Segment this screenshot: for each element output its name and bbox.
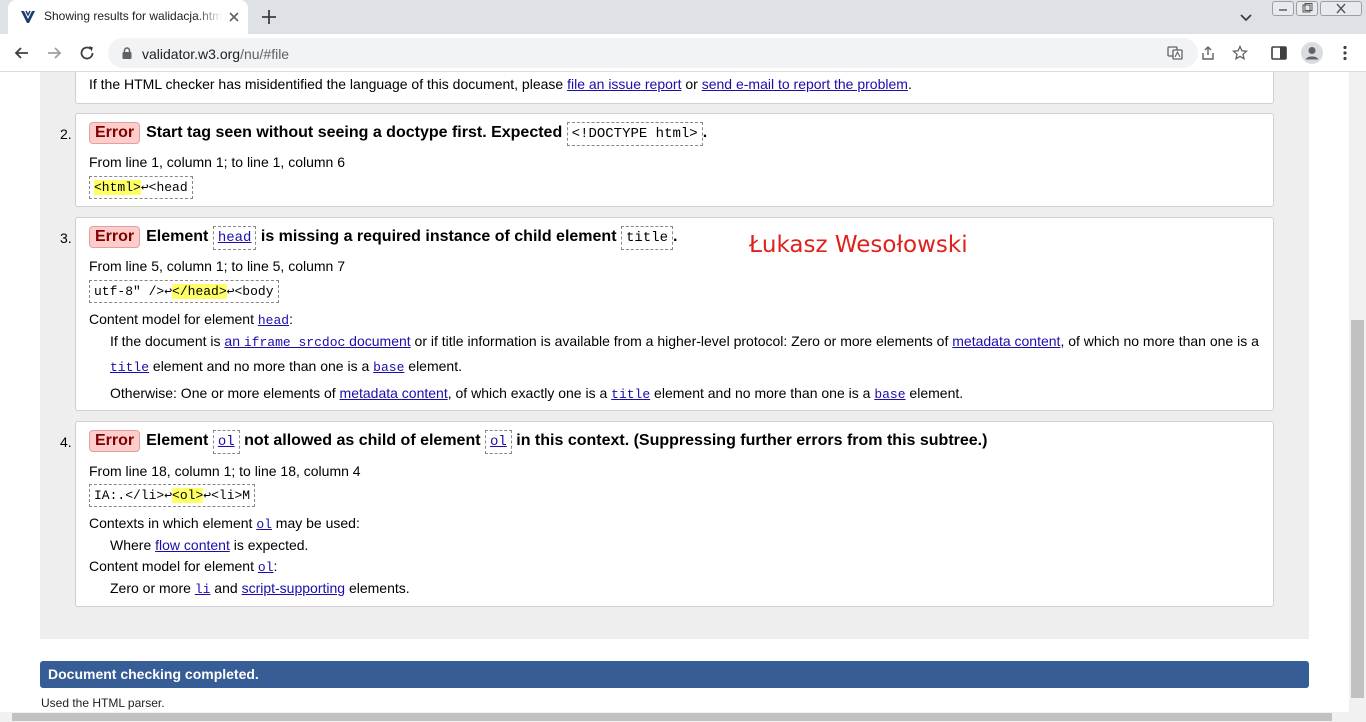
back-icon[interactable] <box>12 43 32 63</box>
menu-icon[interactable] <box>1336 44 1354 62</box>
w3c-validator-icon <box>21 10 35 23</box>
language-note: If the HTML checker has misidentified th… <box>89 76 912 92</box>
error-badge: Error <box>89 122 141 144</box>
content-model-para-1-cont: title element and no more than one is a … <box>110 358 462 375</box>
code-extract: utf-8" />↩</head>↩<body <box>89 280 279 303</box>
base-element-link[interactable]: base <box>874 387 905 402</box>
error-headline: Error Element ol not allowed as child of … <box>89 430 987 454</box>
chevron-down-icon[interactable] <box>1238 9 1254 25</box>
page-content: If the HTML checker has misidentified th… <box>0 72 1366 722</box>
code-doctype: <!DOCTYPE html> <box>566 122 703 146</box>
tab-title: Showing results for walidacja.html <box>44 9 222 23</box>
code-title: title <box>620 226 673 250</box>
message-number: 3. <box>60 230 72 246</box>
tab-strip: Showing results for walidacja.html <box>0 0 1366 34</box>
content-model-detail: Zero or more li and script-supporting el… <box>110 580 410 597</box>
author-signature: Łukasz Wesołowski <box>749 232 968 258</box>
bookmark-star-icon[interactable] <box>1232 45 1248 61</box>
file-issue-link[interactable]: file an issue report <box>567 76 681 92</box>
head-element-link[interactable]: head <box>258 313 289 328</box>
browser-tab[interactable]: Showing results for walidacja.html <box>8 0 248 34</box>
flow-content-link[interactable]: flow content <box>155 537 230 553</box>
error-badge: Error <box>89 226 141 248</box>
profile-avatar-icon[interactable] <box>1301 42 1323 64</box>
window-controls <box>1268 0 1366 18</box>
code-head-link[interactable]: head <box>212 226 257 250</box>
content-model-para-1: If the document is an iframe srcdoc docu… <box>110 333 1259 350</box>
scrollbar-thumb[interactable] <box>1351 320 1364 698</box>
error-badge: Error <box>89 430 141 452</box>
browser-toolbar: validator.w3.org/nu/#file <box>0 34 1366 72</box>
message-card-language: If the HTML checker has misidentified th… <box>75 72 1274 104</box>
send-email-link[interactable]: send e-mail to report the problem <box>702 76 908 92</box>
lock-icon[interactable] <box>120 46 134 60</box>
script-supporting-link[interactable]: script-supporting <box>242 580 346 596</box>
code-extract: <html>↩<head <box>89 176 193 199</box>
side-panel-icon[interactable] <box>1270 44 1288 62</box>
message-card-error: Error Element head is missing a required … <box>75 217 1274 411</box>
message-card-error: Error Start tag seen without seeing a doc… <box>75 113 1274 207</box>
scrollbar-thumb[interactable] <box>12 713 1332 721</box>
error-headline: Error Start tag seen without seeing a doc… <box>89 122 707 146</box>
message-card-error: Error Element ol not allowed as child of … <box>75 421 1274 607</box>
url-text: validator.w3.org/nu/#file <box>142 46 290 62</box>
window-close-icon[interactable] <box>1320 1 1362 16</box>
forward-icon[interactable] <box>44 43 64 63</box>
horizontal-scrollbar[interactable] <box>0 712 1366 722</box>
message-number: 4. <box>60 434 72 450</box>
content-model-para-2: Otherwise: One or more elements of metad… <box>110 385 964 402</box>
metadata-content-link[interactable]: metadata content <box>952 333 1060 349</box>
metadata-content-link[interactable]: metadata content <box>340 385 448 401</box>
share-icon[interactable] <box>1200 45 1216 61</box>
error-headline: Error Element head is missing a required … <box>89 226 677 250</box>
reload-icon[interactable] <box>77 43 97 63</box>
vertical-scrollbar[interactable] <box>1349 72 1366 712</box>
contexts-label: Contexts in which element ol may be used… <box>89 515 360 532</box>
content-model-label: Content model for element ol: <box>89 558 278 575</box>
translate-icon[interactable] <box>1167 45 1183 61</box>
ol-element-link[interactable]: ol <box>256 517 272 532</box>
minimize-icon[interactable] <box>1272 1 1294 16</box>
message-number: 2. <box>60 126 72 142</box>
parser-note: Used the HTML parser. <box>41 696 165 710</box>
code-ol-link[interactable]: ol <box>485 430 512 454</box>
new-tab-icon[interactable] <box>260 8 278 26</box>
code-extract: IA:.</li>↩<ol>↩<li>M <box>89 484 256 507</box>
error-location: From line 1, column 1; to line 1, column… <box>89 154 346 170</box>
checking-completed-banner: Document checking completed. <box>40 661 1309 688</box>
error-location: From line 5, column 1; to line 5, column… <box>89 258 346 274</box>
error-location: From line 18, column 1; to line 18, colu… <box>89 463 361 479</box>
title-element-link[interactable]: title <box>110 360 149 375</box>
li-element-link[interactable]: li <box>195 582 211 597</box>
address-bar[interactable]: validator.w3.org/nu/#file <box>108 38 1248 68</box>
title-element-link[interactable]: title <box>611 387 650 402</box>
base-element-link[interactable]: base <box>373 360 404 375</box>
contexts-detail: Where flow content is expected. <box>110 537 309 553</box>
restore-icon[interactable] <box>1296 1 1318 16</box>
close-icon[interactable] <box>226 9 242 25</box>
ol-element-link[interactable]: ol <box>258 560 274 575</box>
code-ol-link[interactable]: ol <box>212 430 240 454</box>
iframe-srcdoc-link[interactable]: an iframe srcdoc document <box>224 333 410 350</box>
content-model-label: Content model for element head: <box>89 311 293 328</box>
